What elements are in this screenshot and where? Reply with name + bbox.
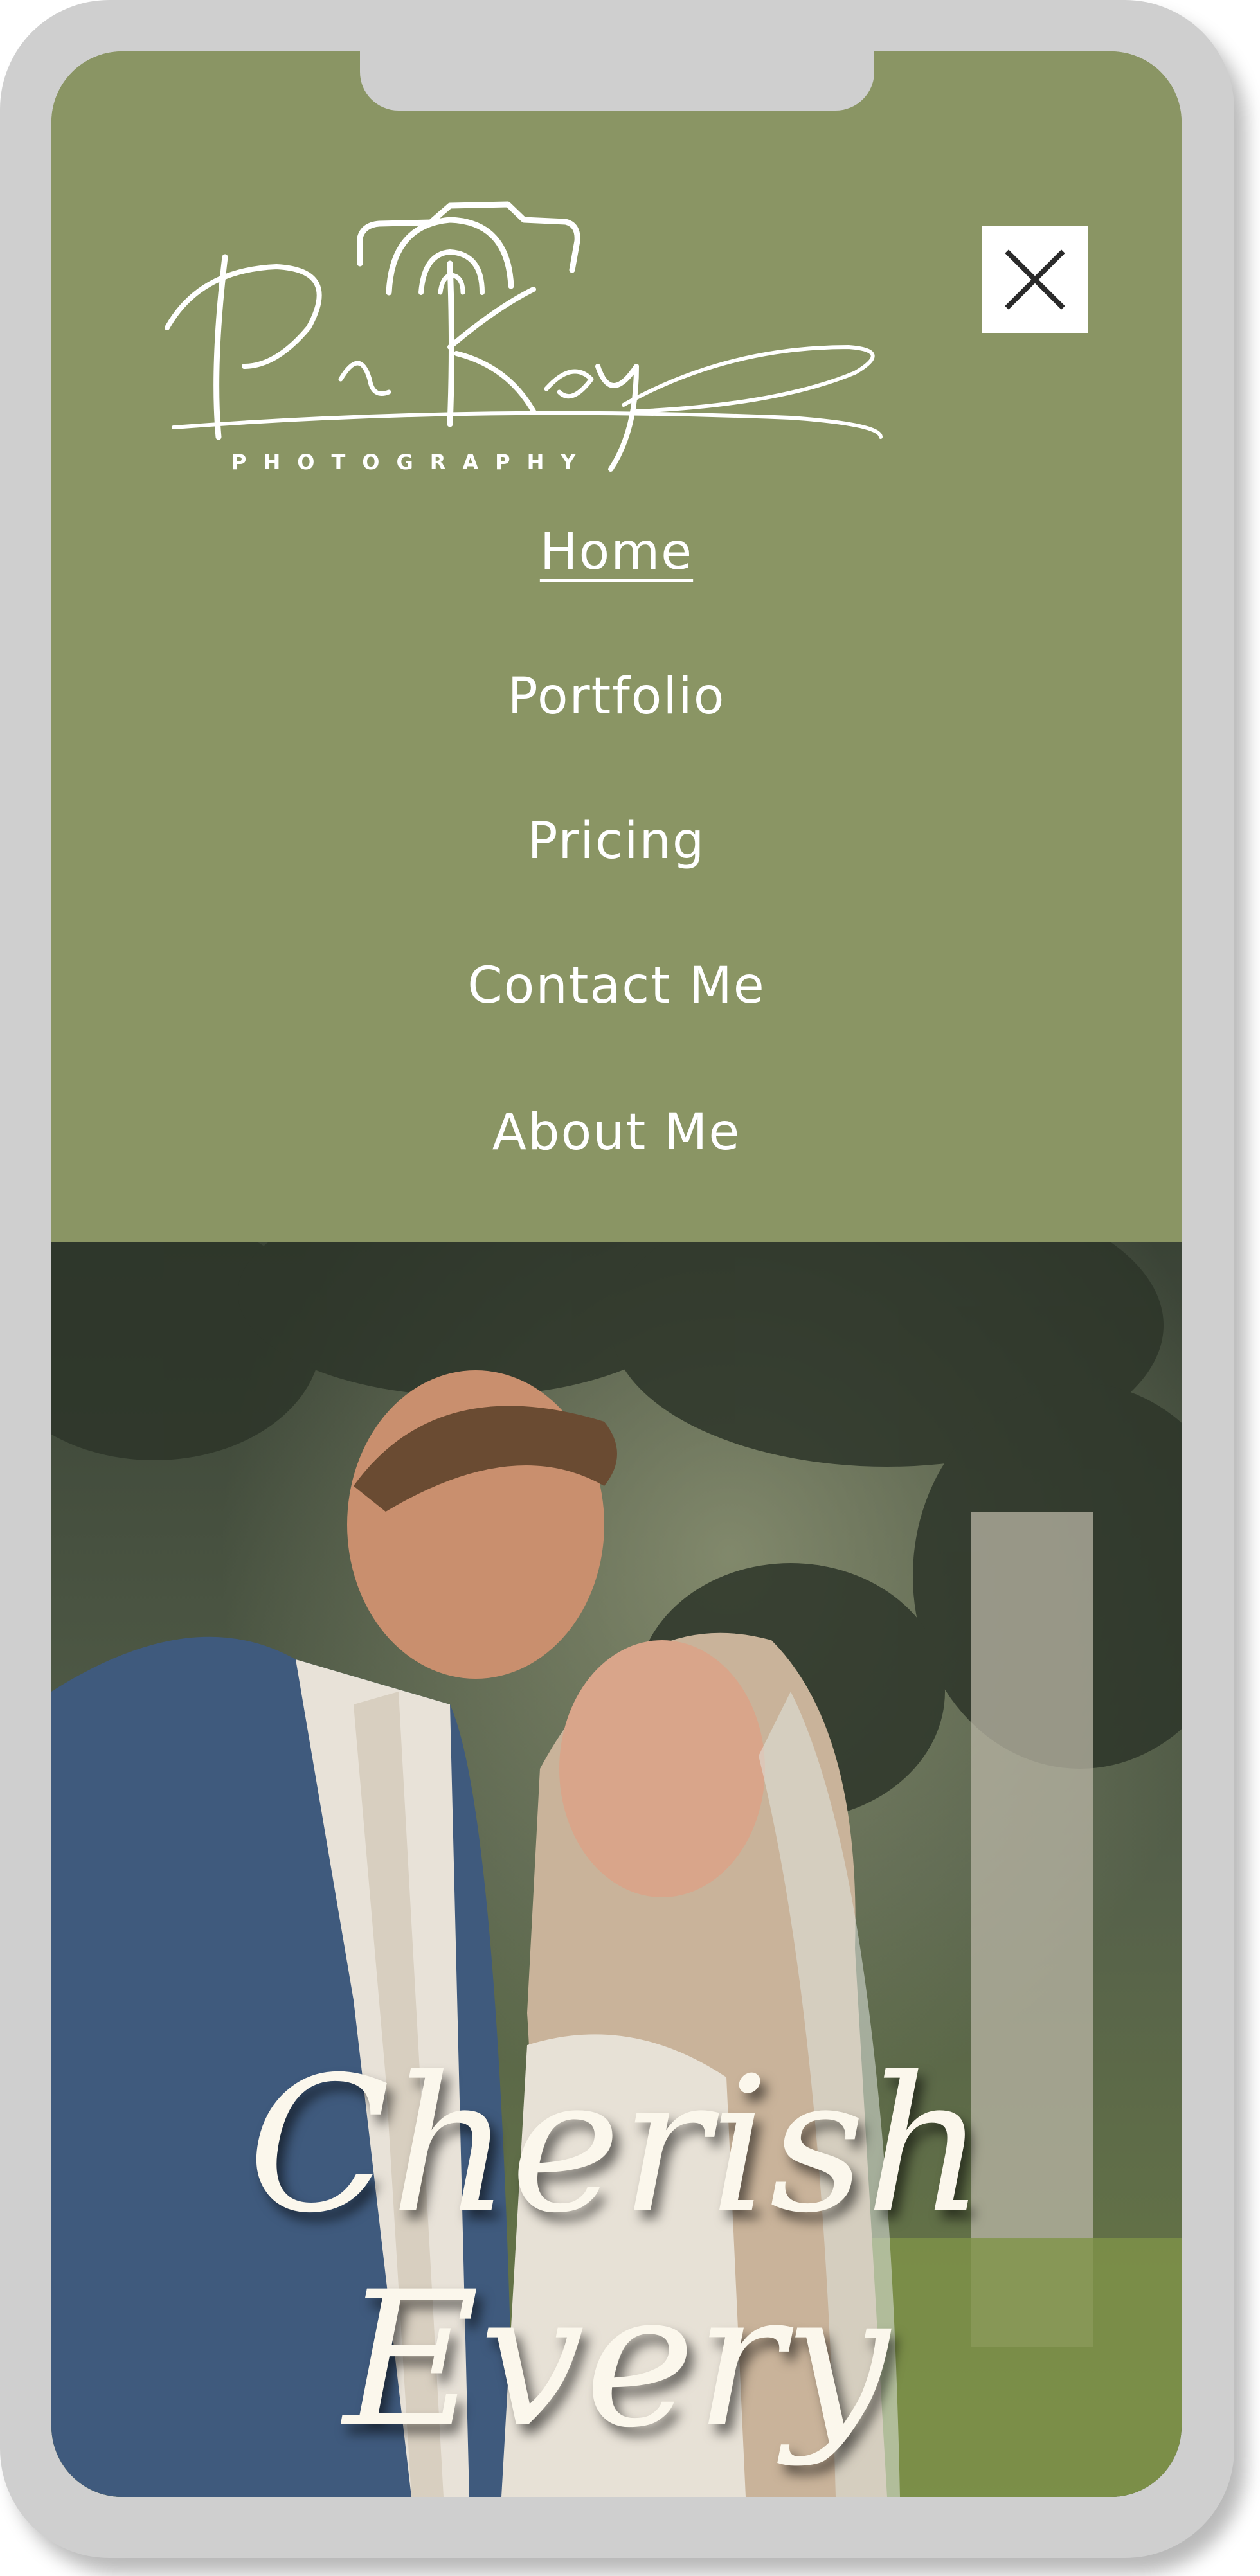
close-menu-button[interactable] — [982, 226, 1088, 333]
site-logo[interactable]: Rich Key PHOTOGRAPHY — [148, 135, 951, 495]
nav-item-portfolio[interactable]: Portfolio — [51, 672, 1182, 722]
hero-title: Cherish Every Moment — [51, 2039, 1182, 2497]
nav-item-contact-me[interactable]: Contact Me — [51, 961, 1182, 1011]
phone-screen: Rich Key PHOTOGRAPHY Home Portfolio Pric… — [51, 51, 1182, 2497]
nav-item-about-me[interactable]: About Me — [51, 1107, 1182, 1158]
hero-section: Cherish Every Moment — [51, 1242, 1182, 2497]
close-icon — [1005, 249, 1065, 310]
nav-item-home[interactable]: Home — [51, 527, 1182, 577]
hero-title-line-1: Cherish Every — [248, 2037, 986, 2469]
phone-notch — [360, 51, 874, 111]
nav-item-pricing[interactable]: Pricing — [51, 816, 1182, 866]
logo-graphic: Rich Key PHOTOGRAPHY — [165, 201, 883, 474]
phone-frame: Rich Key PHOTOGRAPHY Home Portfolio Pric… — [0, 0, 1234, 2558]
mobile-menu-panel: Rich Key PHOTOGRAPHY Home Portfolio Pric… — [51, 51, 1182, 1242]
logo-subtext: PHOTOGRAPHY — [231, 450, 593, 474]
hero-title-line-2: Moment — [51, 2467, 1182, 2497]
